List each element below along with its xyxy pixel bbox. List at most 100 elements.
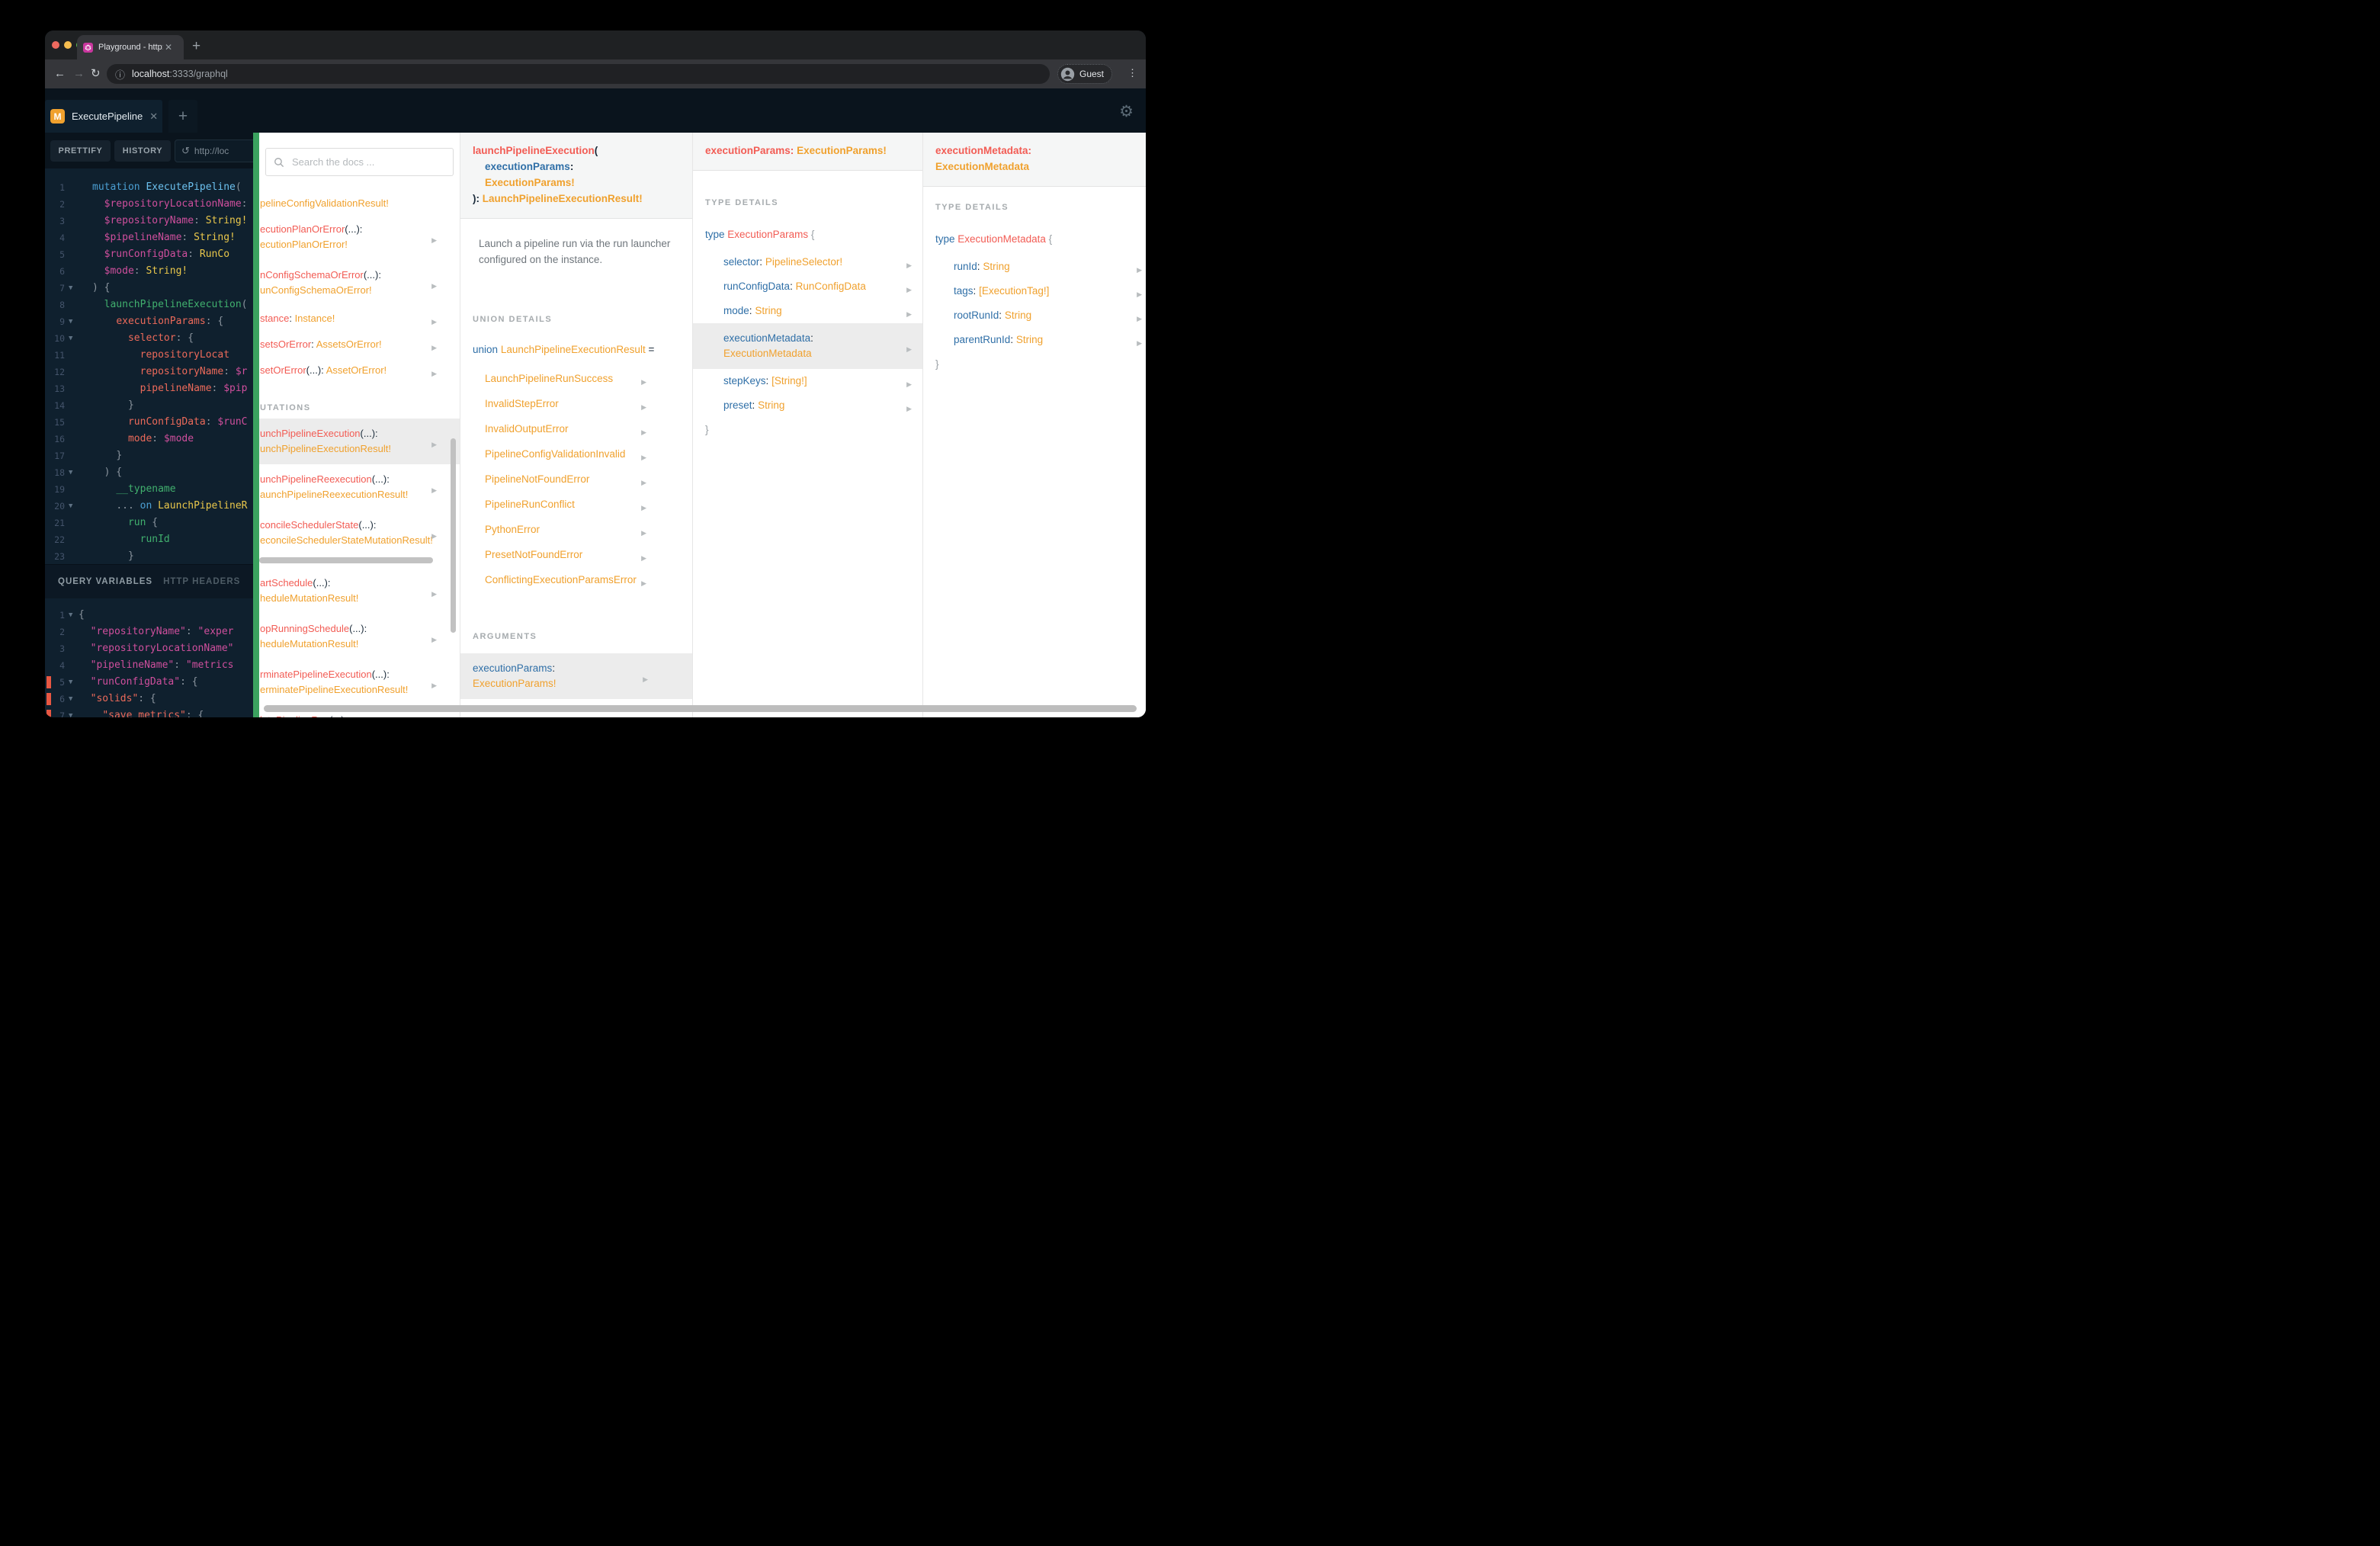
graphql-query-editor[interactable]: 1 mutation ExecutePipeline(2 $repositoryL…: [45, 168, 253, 575]
fold-caret-icon[interactable]: ▼: [69, 313, 72, 330]
docs-item[interactable]: concileSchedulerState(...): econcileSched…: [259, 510, 460, 556]
code-line[interactable]: 8 launchPipelineExecution(: [45, 297, 253, 313]
back-icon[interactable]: ←: [54, 66, 66, 82]
type-field[interactable]: runId: String ▶: [923, 255, 1146, 279]
docs-item[interactable]: setOrError(...): AssetOrError! ▶: [259, 358, 460, 383]
tab-close-icon[interactable]: ✕: [165, 43, 172, 52]
docs-horizontal-scrollbar[interactable]: [264, 705, 1137, 712]
code-line[interactable]: 1 ▼{: [45, 607, 253, 624]
tab-query-variables[interactable]: QUERY VARIABLES: [58, 577, 152, 586]
code-line[interactable]: 21 run {: [45, 515, 253, 531]
url-bar[interactable]: ⓘ localhost:3333/graphql: [107, 64, 1050, 84]
endpoint-reload-icon[interactable]: ↺: [181, 145, 190, 157]
code-line[interactable]: 23 }: [45, 548, 253, 565]
argument-row[interactable]: executionParams: ExecutionParams! ▶: [460, 653, 692, 699]
code-line[interactable]: 6 ▼ "solids": {: [45, 691, 253, 707]
type-field[interactable]: executionMetadata: ExecutionMetadata ▶: [693, 323, 922, 369]
playground-new-tab-button[interactable]: +: [168, 100, 197, 133]
code-line[interactable]: 2 "repositoryName": "exper: [45, 624, 253, 640]
union-member[interactable]: PipelineConfigValidationInvalid ▶: [460, 441, 692, 467]
browser-menu-icon[interactable]: ⋮: [1127, 67, 1137, 79]
minimize-window-button[interactable]: [64, 41, 72, 49]
playground-tab-close-icon[interactable]: ✕: [149, 111, 158, 123]
code-line[interactable]: 3 "repositoryLocationName": [45, 640, 253, 657]
code-line[interactable]: 7 ▼) {: [45, 280, 253, 297]
code-line[interactable]: 3 $repositoryName: String!: [45, 213, 253, 229]
code-line[interactable]: 7 ▼ "save_metrics": {: [45, 707, 253, 717]
type-field[interactable]: mode: String ▶: [693, 299, 922, 323]
union-member[interactable]: PipelineNotFoundError ▶: [460, 467, 692, 492]
code-line[interactable]: 15 runConfigData: $runC: [45, 414, 253, 431]
code-line[interactable]: 13 pipelineName: $pip: [45, 380, 253, 397]
type-field[interactable]: preset: String ▶: [693, 393, 922, 418]
code-line[interactable]: 18 ▼ ) {: [45, 464, 253, 481]
new-tab-button[interactable]: +: [192, 37, 200, 56]
docs-search-box[interactable]: [265, 148, 454, 176]
code-line[interactable]: 12 repositoryName: $r: [45, 364, 253, 380]
code-line[interactable]: 9 ▼ executionParams: {: [45, 313, 253, 330]
forward-icon[interactable]: →: [73, 66, 85, 82]
code-line[interactable]: 17 }: [45, 447, 253, 464]
code-line[interactable]: 10 ▼ selector: {: [45, 330, 253, 347]
docs-item[interactable]: unchPipelineExecution(...): unchPipelineE…: [259, 419, 460, 464]
code-line[interactable]: 1 mutation ExecutePipeline(: [45, 179, 253, 196]
code-line[interactable]: 19 __typename: [45, 481, 253, 498]
fold-caret-icon[interactable]: ▼: [69, 607, 72, 624]
code-line[interactable]: 4 "pipelineName": "metrics: [45, 657, 253, 674]
settings-gear-icon[interactable]: ⚙: [1119, 102, 1134, 121]
query-variables-editor[interactable]: 1 ▼{2 "repositoryName": "exper 3 "reposito…: [45, 598, 253, 717]
playground-tab[interactable]: M ExecutePipeline ✕: [45, 100, 162, 133]
docs-item-partial[interactable]: pelineConfigValidationResult!: [259, 193, 460, 214]
prettify-button[interactable]: PRETTIFY: [50, 140, 111, 162]
docs-item[interactable]: nConfigSchemaOrError(...): unConfigSchema…: [259, 260, 460, 306]
union-member[interactable]: PipelineRunConflict ▶: [460, 492, 692, 517]
list-horizontal-scrollbar[interactable]: [259, 557, 433, 563]
fold-caret-icon[interactable]: ▼: [69, 691, 72, 707]
tab-http-headers[interactable]: HTTP HEADERS: [163, 577, 240, 586]
union-member[interactable]: PythonError ▶: [460, 517, 692, 542]
fold-caret-icon[interactable]: ▼: [69, 707, 72, 717]
type-field[interactable]: parentRunId: String ▶: [923, 328, 1146, 352]
type-field[interactable]: stepKeys: [String!] ▶: [693, 369, 922, 393]
docs-item[interactable]: rminatePipelineExecution(...): erminatePi…: [259, 659, 460, 705]
fold-caret-icon[interactable]: ▼: [69, 464, 72, 481]
code-line[interactable]: 2 $repositoryLocationName:: [45, 196, 253, 213]
docs-item[interactable]: opRunningSchedule(...): heduleMutationRes…: [259, 614, 460, 659]
code-line[interactable]: 14 }: [45, 397, 253, 414]
reload-icon[interactable]: ↻: [91, 66, 101, 82]
docs-item[interactable]: stance: Instance! ▶: [259, 306, 460, 332]
union-member[interactable]: PresetNotFoundError ▶: [460, 542, 692, 567]
docs-item[interactable]: setsOrError: AssetsOrError! ▶: [259, 332, 460, 358]
fold-caret-icon[interactable]: ▼: [69, 498, 72, 515]
code-line[interactable]: 6 $mode: String!: [45, 263, 253, 280]
endpoint-input[interactable]: ↺ http://loc: [175, 140, 253, 162]
docs-item[interactable]: ecutionPlanOrError(...): ecutionPlanOrErr…: [259, 214, 460, 260]
browser-tab[interactable]: Playground - http://localhost:3 ✕: [77, 35, 184, 59]
fold-caret-icon[interactable]: ▼: [69, 280, 72, 297]
code-line[interactable]: 22 runId: [45, 531, 253, 548]
docs-vertical-scrollbar[interactable]: [451, 438, 456, 633]
page-info-icon[interactable]: ⓘ: [115, 67, 125, 82]
union-member[interactable]: LaunchPipelineRunSuccess ▶: [460, 366, 692, 391]
type-field[interactable]: rootRunId: String ▶: [923, 303, 1146, 328]
code-line[interactable]: 11 repositoryLocat: [45, 347, 253, 364]
docs-item[interactable]: artSchedule(...): heduleMutationResult! ▶: [259, 568, 460, 614]
profile-chip[interactable]: Guest: [1057, 64, 1113, 84]
type-field[interactable]: runConfigData: RunConfigData ▶: [693, 274, 922, 299]
code-line[interactable]: 16 mode: $mode: [45, 431, 253, 447]
union-member[interactable]: InvalidOutputError ▶: [460, 416, 692, 441]
union-member[interactable]: ConflictingExecutionParamsError ▶: [460, 567, 692, 592]
code-line[interactable]: 5 ▼ "runConfigData": {: [45, 674, 253, 691]
code-line[interactable]: 5 $runConfigData: RunCo: [45, 246, 253, 263]
union-member[interactable]: InvalidStepError ▶: [460, 391, 692, 416]
close-window-button[interactable]: [52, 41, 59, 49]
docs-search-input[interactable]: [290, 156, 423, 168]
type-field[interactable]: tags: [ExecutionTag!] ▶: [923, 279, 1146, 303]
type-field[interactable]: selector: PipelineSelector! ▶: [693, 250, 922, 274]
code-line[interactable]: 4 $pipelineName: String!: [45, 229, 253, 246]
code-line[interactable]: 20 ▼ ... on LaunchPipelineR: [45, 498, 253, 515]
docs-item[interactable]: unchPipelineReexecution(...): aunchPipeli…: [259, 464, 460, 510]
fold-caret-icon[interactable]: ▼: [69, 674, 72, 691]
fold-caret-icon[interactable]: ▼: [69, 330, 72, 347]
docs-green-strip[interactable]: [253, 133, 259, 717]
